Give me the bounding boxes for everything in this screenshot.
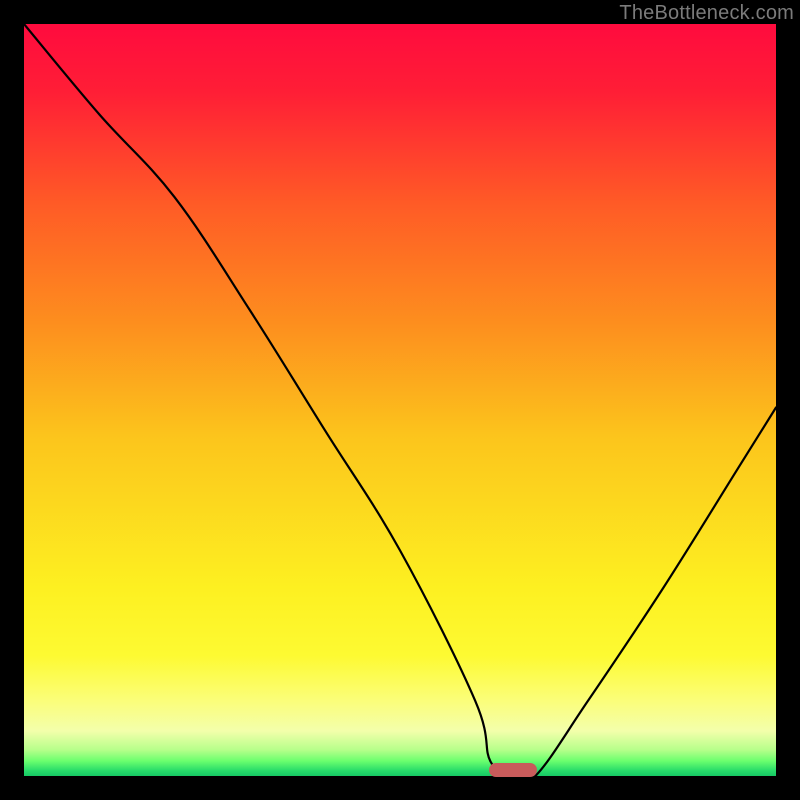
watermark-text: TheBottleneck.com <box>619 2 794 25</box>
chart-frame: TheBottleneck.com <box>0 0 800 800</box>
plot-area <box>24 24 776 776</box>
bottleneck-curve <box>24 24 776 776</box>
optimum-marker <box>489 763 537 777</box>
